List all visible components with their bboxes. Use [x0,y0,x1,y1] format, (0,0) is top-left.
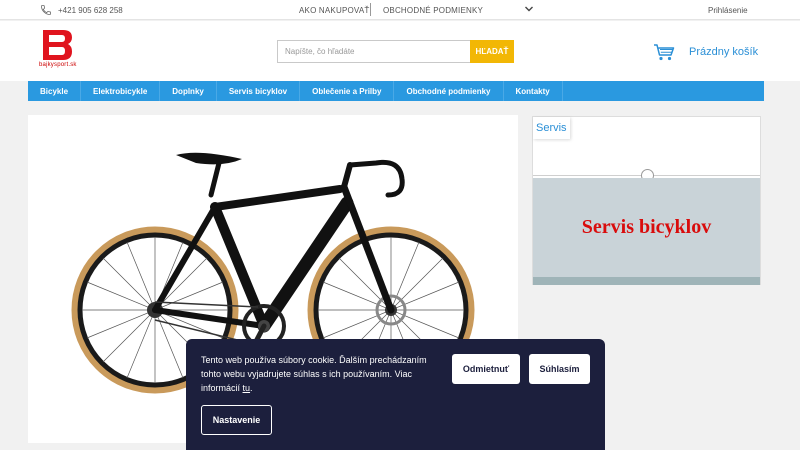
bike-saddle [176,152,242,165]
cart-label: Prázdny košík [689,46,759,58]
bike-frame [152,156,405,333]
servis-widget: Servis Servis bicyklov [532,116,761,285]
nav-item-elektrobicykle[interactable]: Elektrobicykle [81,81,161,101]
servis-tab[interactable]: Servis [533,117,570,139]
chevron-down-icon[interactable] [524,4,534,14]
cookie-more-info-link[interactable]: tu [243,383,251,393]
nav-item-oblecenie-a-prilby[interactable]: Oblečenie a Prilby [300,81,395,101]
shopping-cart-icon [654,44,675,61]
phone-number: +421 905 628 258 [58,5,123,15]
nav-item-kontakty[interactable]: Kontakty [504,81,563,101]
servis-banner-text: Servis bicyklov [581,216,712,238]
site-header: bajkysport.sk HĽADAŤ Prázdny košík [0,21,800,81]
nav-item-doplnky[interactable]: Doplnky [160,81,217,101]
nav-item-bicykle[interactable]: Bicykle [28,81,82,101]
logo-site-name: bajkysport.sk [39,62,77,68]
cookie-message-text: Tento web používa súbory cookie. Ďalším … [201,355,427,393]
site-logo[interactable]: bajkysport.sk [39,30,81,72]
cookie-settings-button[interactable]: Nastavenie [201,405,272,435]
phone-contact[interactable]: +421 905 628 258 [40,4,123,16]
cookie-message: Tento web používa súbory cookie. Ďalším … [201,353,446,395]
banner-strip [533,277,760,285]
cookie-consent-bar: Tento web používa súbory cookie. Ďalším … [186,339,605,450]
search-input[interactable] [277,40,470,63]
cookie-message-end: . [250,383,253,393]
logo-mark [43,30,72,60]
reject-cookies-button[interactable]: Odmietnuť [452,354,520,384]
search-bar: HĽADAŤ [277,40,514,63]
phone-icon [41,5,51,15]
top-bar: +421 905 628 258 AKO NAKUPOVAŤ OBCHODNÉ … [0,0,800,20]
servis-banner[interactable]: Servis bicyklov [533,178,760,277]
topbar-divider [370,3,371,16]
login-link[interactable]: Prihlásenie [708,6,748,15]
search-button[interactable]: HĽADAŤ [470,40,514,63]
main-nav: Bicykle Elektrobicykle Doplnky Servis bi… [28,81,764,101]
nav-item-servis-bicyklov[interactable]: Servis bicyklov [217,81,301,101]
accept-cookies-button[interactable]: Súhlasím [529,354,590,384]
nav-item-obchodne-podmienky[interactable]: Obchodné podmienky [394,81,504,101]
terms-link[interactable]: OBCHODNÉ PODMIENKY [383,6,483,15]
cart[interactable]: Prázdny košík [653,43,758,61]
how-to-buy-link[interactable]: AKO NAKUPOVAŤ [299,6,369,15]
